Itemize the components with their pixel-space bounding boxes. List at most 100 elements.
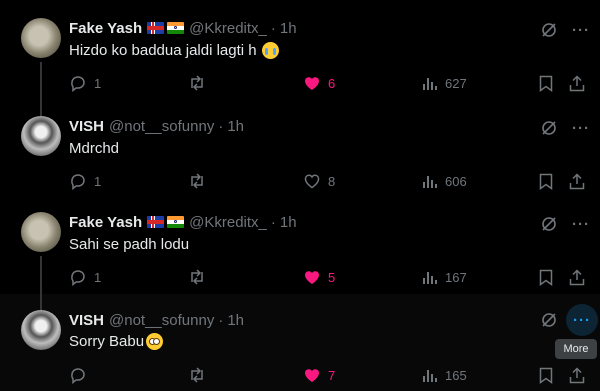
- more-options-icon[interactable]: ···: [566, 304, 598, 336]
- grok-icon[interactable]: [540, 215, 558, 233]
- avatar[interactable]: [21, 116, 61, 156]
- timestamp[interactable]: 1h: [227, 312, 244, 329]
- bookmark-button[interactable]: [539, 267, 553, 287]
- tweet-4[interactable]: VISH @not__sofunny · 1h ··· Sorry Babu 7…: [0, 294, 600, 391]
- reply-count: 1: [94, 269, 102, 285]
- analytics-icon: [423, 272, 437, 284]
- heart-outline-icon: [304, 174, 320, 189]
- reply-button[interactable]: 1: [69, 171, 101, 191]
- grok-icon[interactable]: [540, 21, 558, 39]
- like-count: 8: [328, 173, 336, 189]
- share-icon: [569, 74, 585, 91]
- timestamp[interactable]: 1h: [280, 20, 297, 37]
- more-options-icon[interactable]: ···: [572, 217, 590, 232]
- retweet-button[interactable]: [187, 73, 214, 93]
- bookmark-button[interactable]: [539, 365, 553, 385]
- reply-icon: [71, 270, 85, 286]
- retweet-icon: [191, 173, 203, 189]
- like-button[interactable]: 7: [303, 365, 335, 385]
- more-tooltip: More: [555, 339, 597, 359]
- timestamp[interactable]: 1h: [280, 214, 297, 231]
- retweet-icon: [191, 367, 203, 383]
- share-icon: [569, 172, 585, 189]
- pleading-face-emoji-icon: [146, 332, 164, 350]
- separator-dot: ·: [218, 117, 224, 135]
- tweet-text-content: Hizdo ko baddua jaldi lagti h: [69, 41, 257, 59]
- reply-count: 1: [94, 173, 102, 189]
- author-name[interactable]: Fake Yash: [69, 214, 142, 231]
- view-count: 167: [445, 269, 467, 285]
- like-button[interactable]: 8: [303, 171, 335, 191]
- heart-filled-icon: [305, 271, 319, 284]
- like-button[interactable]: 6: [303, 73, 335, 93]
- tweet-1[interactable]: Fake Yash @Kkreditx_ · 1h ··· Hizdo ko b…: [0, 0, 600, 98]
- tweet-text: Mdrchd: [69, 137, 119, 159]
- author-handle[interactable]: @not__sofunny: [109, 312, 214, 329]
- thread-line: [40, 294, 42, 310]
- views-button[interactable]: 606: [422, 171, 467, 191]
- heart-filled-icon: [305, 77, 319, 90]
- like-count: 7: [328, 367, 336, 383]
- view-count: 627: [445, 75, 467, 91]
- share-icon: [569, 366, 585, 383]
- loudly-crying-emoji-icon: [261, 41, 279, 59]
- more-options-icon[interactable]: ···: [572, 121, 590, 136]
- timestamp[interactable]: 1h: [227, 118, 244, 135]
- reply-button[interactable]: [69, 365, 94, 385]
- tweet-2[interactable]: VISH @not__sofunny · 1h ··· Mdrchd 1 8 6…: [0, 98, 600, 196]
- author-name[interactable]: VISH: [69, 118, 104, 135]
- heart-filled-icon: [305, 369, 319, 382]
- bookmark-button[interactable]: [539, 171, 553, 191]
- tweet-3[interactable]: Fake Yash @Kkreditx_ · 1h ··· Sahi se pa…: [0, 196, 600, 294]
- author-handle[interactable]: @Kkreditx_: [189, 20, 267, 37]
- india-flag-icon: [167, 22, 185, 34]
- bookmark-icon: [539, 367, 553, 384]
- bookmark-button[interactable]: [539, 73, 553, 93]
- author-handle[interactable]: @not__sofunny: [109, 118, 214, 135]
- thread-line: [40, 98, 42, 116]
- analytics-icon: [423, 370, 437, 382]
- grok-icon[interactable]: [540, 311, 558, 329]
- views-button[interactable]: 627: [422, 73, 467, 93]
- avatar[interactable]: [21, 310, 61, 350]
- iceland-flag-icon: [147, 216, 165, 228]
- share-button[interactable]: [569, 73, 585, 93]
- more-options-icon[interactable]: ···: [572, 23, 590, 38]
- view-count: 606: [445, 173, 467, 189]
- author-name[interactable]: VISH: [69, 312, 104, 329]
- share-button[interactable]: [569, 171, 585, 191]
- india-flag-icon: [167, 216, 185, 228]
- like-count: 6: [328, 75, 336, 91]
- views-button[interactable]: 167: [422, 267, 467, 287]
- reply-button[interactable]: 1: [69, 267, 101, 287]
- thread-line: [40, 256, 42, 294]
- retweet-button[interactable]: [187, 267, 214, 287]
- like-count: 5: [328, 269, 336, 285]
- views-button[interactable]: 165: [422, 365, 467, 385]
- retweet-button[interactable]: [187, 365, 214, 385]
- author-handle[interactable]: @Kkreditx_: [189, 214, 267, 231]
- tweet-text: Hizdo ko baddua jaldi lagti h: [69, 39, 279, 61]
- reply-button[interactable]: 1: [69, 73, 101, 93]
- grok-icon[interactable]: [540, 119, 558, 137]
- avatar[interactable]: [21, 212, 61, 252]
- thread-line: [40, 62, 42, 98]
- author-name[interactable]: Fake Yash: [69, 20, 142, 37]
- reply-icon: [71, 76, 85, 92]
- bookmark-icon: [539, 173, 553, 190]
- share-button[interactable]: [569, 365, 585, 385]
- share-button[interactable]: [569, 267, 585, 287]
- retweet-icon: [191, 269, 203, 285]
- like-button[interactable]: 5: [303, 267, 335, 287]
- retweet-icon: [191, 75, 203, 91]
- retweet-button[interactable]: [187, 171, 214, 191]
- separator-dot: ·: [218, 311, 224, 329]
- separator-dot: ·: [270, 19, 276, 37]
- analytics-icon: [423, 78, 437, 90]
- separator-dot: ·: [270, 213, 276, 231]
- iceland-flag-icon: [147, 22, 165, 34]
- bookmark-icon: [539, 269, 553, 286]
- avatar[interactable]: [21, 18, 61, 58]
- tweet-text-content: Sorry Babu: [69, 332, 145, 350]
- view-count: 165: [445, 367, 467, 383]
